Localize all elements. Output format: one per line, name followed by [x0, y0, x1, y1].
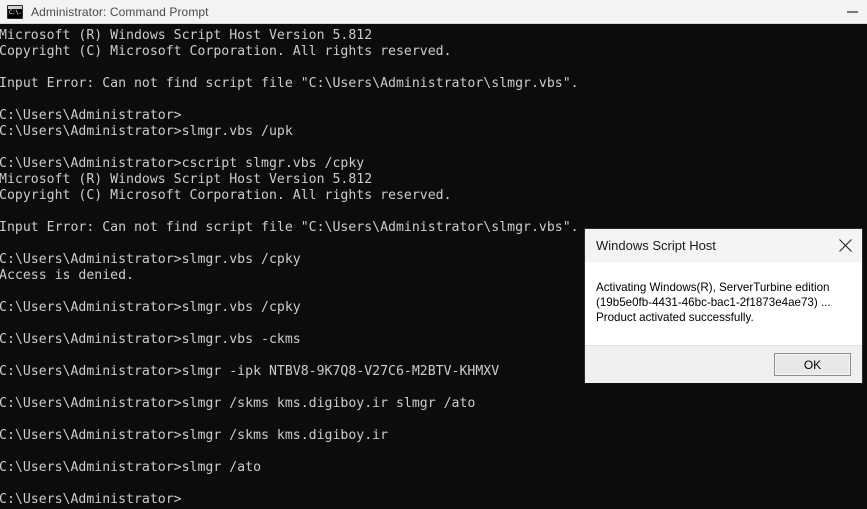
windows-script-host-dialog: Windows Script Host Activating Windows(R…: [584, 228, 863, 383]
console-line: Copyright (C) Microsoft Corporation. All…: [0, 188, 452, 203]
console-line: Copyright (C) Microsoft Corporation. All…: [0, 44, 452, 59]
dialog-message-line: Product activated successfully.: [596, 311, 754, 324]
close-icon: [839, 238, 852, 252]
dialog-message-line: Activating Windows(R), ServerTurbine edi…: [596, 281, 830, 294]
minimize-button[interactable]: [837, 0, 867, 23]
console-titlebar: Administrator: Command Prompt: [0, 0, 867, 24]
console-icon: [7, 4, 23, 19]
screen: Administrator: Command Prompt Microsoft …: [0, 0, 867, 509]
console-line: Input Error: Can not find script file "C…: [0, 76, 579, 91]
console-line: C:\Users\Administrator>slmgr.vbs /upk: [0, 124, 293, 139]
dialog-title: Windows Script Host: [596, 237, 716, 253]
console-line: C:\Users\Administrator>: [0, 108, 182, 123]
console-line: C:\Users\Administrator>: [0, 492, 182, 507]
dialog-footer: OK: [585, 345, 862, 383]
console-line: Microsoft (R) Windows Script Host Versio…: [0, 28, 373, 43]
ok-button[interactable]: OK: [774, 353, 851, 376]
console-line: C:\Users\Administrator>cscript slmgr.vbs…: [0, 156, 365, 171]
dialog-titlebar: Windows Script Host: [585, 229, 862, 262]
console-line: C:\Users\Administrator>slmgr /skms kms.d…: [0, 428, 389, 443]
minimize-icon: [846, 10, 858, 13]
console-line: C:\Users\Administrator>slmgr /ato: [0, 460, 262, 475]
close-button[interactable]: [829, 229, 862, 261]
window-title: Administrator: Command Prompt: [31, 4, 209, 19]
console-line: Microsoft (R) Windows Script Host Versio…: [0, 172, 373, 187]
console-line: C:\Users\Administrator>slmgr /skms kms.d…: [0, 396, 476, 411]
dialog-message-line: (19b5e0fb-4431-46bc-bac1-2f1873e4ae73) .…: [596, 296, 831, 309]
dialog-message: Activating Windows(R), ServerTurbine edi…: [585, 262, 862, 345]
